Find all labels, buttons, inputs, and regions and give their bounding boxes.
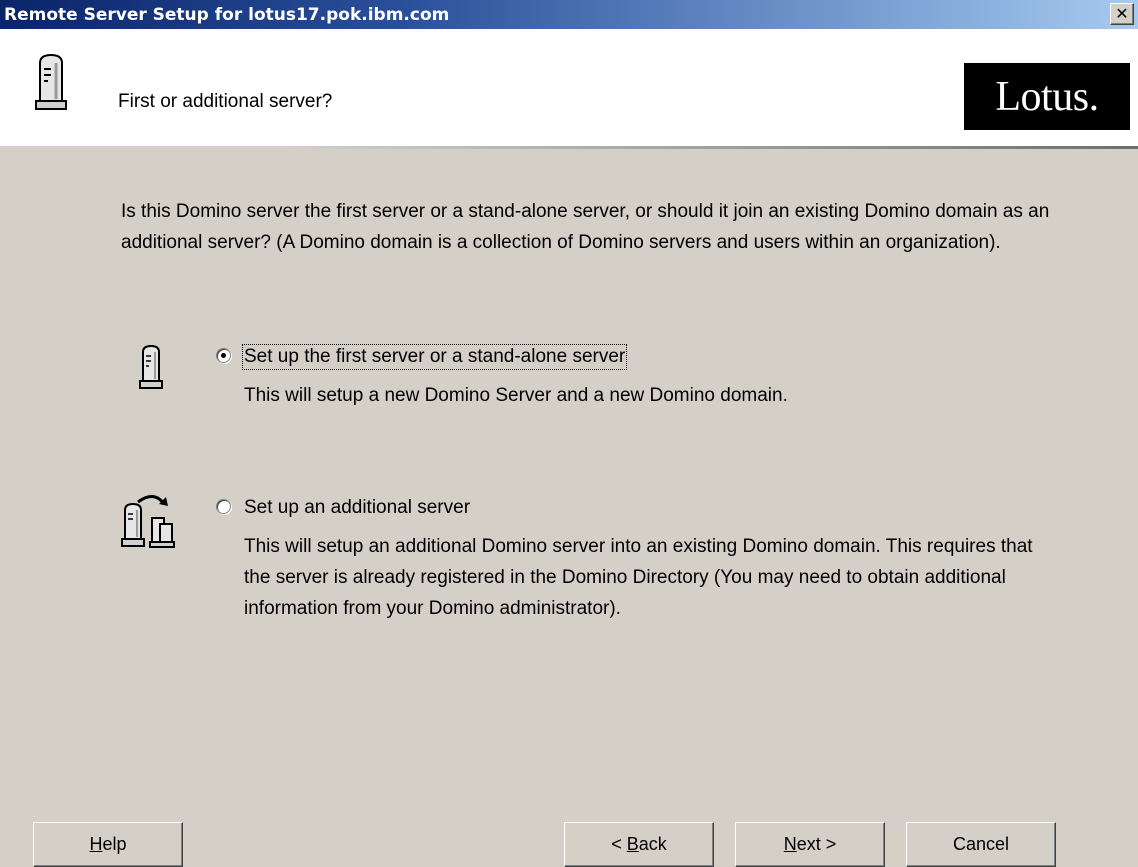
title-bar[interactable]: Remote Server Setup for lotus17.pok.ibm.… <box>0 0 1138 29</box>
wizard-header: First or additional server? Lotus. <box>0 29 1138 146</box>
close-button[interactable]: ✕ <box>1110 3 1134 25</box>
server-icon <box>35 53 67 110</box>
help-mnemonic: H <box>89 834 103 854</box>
first-server-option-label[interactable]: Set up the first server or a stand-alone… <box>241 344 628 370</box>
next-button[interactable]: Next > <box>735 822 885 867</box>
help-button[interactable]: Help <box>33 822 183 867</box>
additional-server-option-description: This will setup an additional Domino ser… <box>244 536 1033 619</box>
page-title: First or additional server? <box>118 91 333 112</box>
additional-server-radio[interactable] <box>216 499 231 514</box>
back-button[interactable]: < Back <box>564 822 714 867</box>
header-divider <box>0 146 1138 149</box>
cancel-button[interactable]: Cancel <box>906 822 1056 867</box>
first-server-option-description: This will setup a new Domino Server and … <box>244 385 788 406</box>
server-icon <box>139 344 163 389</box>
question-text: Is this Domino server the first server o… <box>121 201 1050 253</box>
next-label-rest: ext > <box>796 834 837 854</box>
lotus-logo: Lotus. <box>964 63 1130 130</box>
close-icon: ✕ <box>1115 4 1129 23</box>
radio-selected-dot <box>221 353 226 358</box>
back-prefix: < <box>611 834 627 854</box>
add-server-icon <box>121 495 175 548</box>
window-title: Remote Server Setup for lotus17.pok.ibm.… <box>4 4 450 25</box>
cancel-label: Cancel <box>952 834 1010 854</box>
first-server-radio[interactable] <box>216 348 231 363</box>
help-label-rest: elp <box>102 834 127 854</box>
back-label-rest: ack <box>638 834 667 854</box>
next-mnemonic: N <box>783 834 797 854</box>
additional-server-option-label[interactable]: Set up an additional server <box>244 497 470 519</box>
back-mnemonic: B <box>626 834 639 854</box>
